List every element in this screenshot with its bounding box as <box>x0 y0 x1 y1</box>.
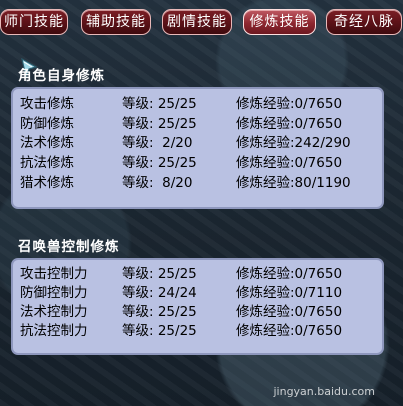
skill-level: 等级: 25/25 <box>122 155 197 171</box>
skill-level: 等级: 25/25 <box>122 304 197 320</box>
cultivation-row[interactable]: 抗法修炼 等级: 25/25 修炼经验:0/7650 <box>13 154 382 172</box>
skill-name: 攻击控制力 <box>20 266 88 282</box>
cultivation-row[interactable]: 猎术修炼 等级: 8/20 修炼经验:80/1190 <box>13 174 382 192</box>
skill-name: 猎术修炼 <box>20 175 74 191</box>
skill-tab-bar: 师门技能 辅助技能 剧情技能 修炼技能 奇经八脉 <box>0 9 403 35</box>
tab-cultivation-skills[interactable]: 修炼技能 <box>243 9 316 35</box>
skill-name: 防御修炼 <box>20 116 74 132</box>
skill-level: 等级: 2/20 <box>122 135 193 151</box>
tab-shimen-skills[interactable]: 师门技能 <box>0 9 68 35</box>
cultivation-row[interactable]: 攻击控制力 等级: 25/25 修炼经验:0/7650 <box>13 265 382 283</box>
skill-level: 等级: 24/24 <box>122 285 197 301</box>
skill-name: 攻击修炼 <box>20 96 74 112</box>
skill-exp: 修炼经验:0/7650 <box>236 266 343 282</box>
skill-exp: 修炼经验:0/7650 <box>236 96 343 112</box>
tab-support-skills[interactable]: 辅助技能 <box>81 9 151 35</box>
skill-name: 防御控制力 <box>20 285 88 301</box>
skill-level: 等级: 8/20 <box>122 175 193 191</box>
skill-level: 等级: 25/25 <box>122 96 197 112</box>
skill-name: 抗法修炼 <box>20 155 74 171</box>
skill-name: 法术修炼 <box>20 135 74 151</box>
self-cultivation-panel: 攻击修炼 等级: 25/25 修炼经验:0/7650 防御修炼 等级: 25/2… <box>11 87 384 209</box>
watermark: jingyan.baidu.com <box>273 385 375 398</box>
skill-exp: 修炼经验:0/7650 <box>236 116 343 132</box>
cultivation-row[interactable]: 法术修炼 等级: 2/20 修炼经验:242/290 <box>13 134 382 152</box>
skill-name: 法术控制力 <box>20 304 88 320</box>
tab-meridian-skills[interactable]: 奇经八脉 <box>326 9 402 35</box>
pet-cultivation-title: 召唤兽控制修炼 <box>18 239 120 255</box>
cultivation-row[interactable]: 防御修炼 等级: 25/25 修炼经验:0/7650 <box>13 115 382 133</box>
cultivation-row[interactable]: 攻击修炼 等级: 25/25 修炼经验:0/7650 <box>13 95 382 113</box>
skill-exp: 修炼经验:0/7650 <box>236 304 343 320</box>
skill-exp: 修炼经验:0/7110 <box>236 285 343 301</box>
skill-level: 等级: 25/25 <box>122 323 197 339</box>
skill-exp: 修炼经验:0/7650 <box>236 323 343 339</box>
cultivation-row[interactable]: 防御控制力 等级: 24/24 修炼经验:0/7110 <box>13 284 382 302</box>
cultivation-row[interactable]: 抗法控制力 等级: 25/25 修炼经验:0/7650 <box>13 322 382 340</box>
skill-level: 等级: 25/25 <box>122 116 197 132</box>
self-cultivation-title: 角色自身修炼 <box>18 68 105 84</box>
skill-level: 等级: 25/25 <box>122 266 197 282</box>
skill-exp: 修炼经验:0/7650 <box>236 155 343 171</box>
pet-cultivation-panel: 攻击控制力 等级: 25/25 修炼经验:0/7650 防御控制力 等级: 24… <box>11 258 384 355</box>
cultivation-row[interactable]: 法术控制力 等级: 25/25 修炼经验:0/7650 <box>13 303 382 321</box>
skill-exp: 修炼经验:80/1190 <box>236 175 351 191</box>
skill-exp: 修炼经验:242/290 <box>236 135 351 151</box>
tab-story-skills[interactable]: 剧情技能 <box>162 9 232 35</box>
skill-name: 抗法控制力 <box>20 323 88 339</box>
